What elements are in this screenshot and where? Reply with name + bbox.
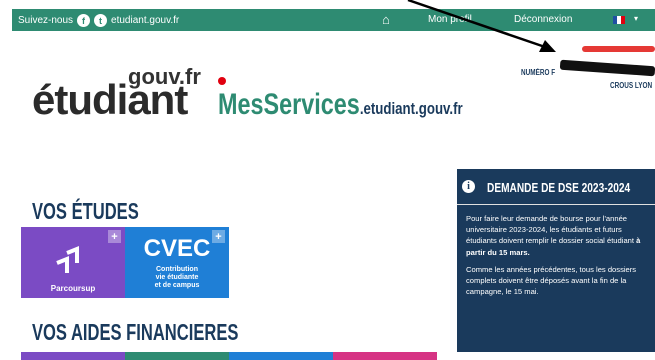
parcoursup-tile[interactable]: + Parcoursup: [21, 227, 125, 298]
plus-icon[interactable]: +: [108, 230, 121, 243]
panel-header: i DEMANDE DE DSE 2023-2024: [457, 169, 655, 205]
facebook-icon[interactable]: f: [77, 14, 91, 27]
section-heading-etudes: VOS ÉTUDES: [32, 198, 139, 224]
redaction-bar: [559, 59, 655, 77]
site-link[interactable]: etudiant.gouv.fr: [111, 15, 179, 26]
info-icon: i: [462, 180, 475, 193]
home-icon[interactable]: ⌂: [382, 12, 390, 27]
logo-etudiant[interactable]: étudiant: [32, 76, 188, 124]
messervices-name: MesServices: [218, 88, 360, 121]
messervices-domain: .etudiant.gouv.fr: [359, 99, 463, 118]
profile-link[interactable]: Mon profil: [428, 14, 472, 25]
aide-tile-strip[interactable]: [125, 352, 229, 360]
panel-text: Pour faire leur demande de bourse pour l…: [466, 214, 637, 246]
follow-label: Suivez-nous: [18, 15, 74, 26]
panel-title: DEMANDE DE DSE 2023-2024: [487, 180, 631, 195]
language-dropdown-icon[interactable]: ▾: [634, 14, 638, 23]
cvec-sub-line: et de campus: [154, 282, 200, 289]
aide-tile-strip[interactable]: [333, 352, 437, 360]
cvec-sub-line: Contribution: [156, 266, 198, 273]
dse-info-panel: i DEMANDE DE DSE 2023-2024 Pour faire le…: [457, 169, 655, 352]
panel-paragraph: Pour faire leur demande de bourse pour l…: [466, 213, 652, 258]
numero-label: NUMÉRO F: [521, 68, 556, 77]
french-flag-icon[interactable]: [613, 16, 625, 24]
messervices-title: MesServices.etudiant.gouv.fr: [218, 88, 463, 122]
twitter-icon[interactable]: t: [94, 14, 108, 27]
cvec-tile[interactable]: + CVEC Contribution vie étudiante et de …: [125, 227, 229, 298]
flag-red: [621, 16, 625, 24]
parcoursup-arrows-icon: [56, 246, 79, 273]
panel-paragraph: Comme les années précédentes, tous les d…: [466, 264, 637, 297]
redaction-red: [582, 46, 655, 52]
aide-tile-strip[interactable]: [21, 352, 125, 360]
logout-link[interactable]: Déconnexion: [514, 14, 572, 25]
social-follow: Suivez-nous f t etudiant.gouv.fr: [18, 14, 179, 27]
section-heading-aides: VOS AIDES FINANCIERES: [32, 319, 239, 345]
aide-tile-strip[interactable]: [229, 352, 333, 360]
cvec-sub-line: vie étudiante: [155, 274, 199, 281]
cvec-subtitle: Contribution vie étudiante et de campus: [125, 266, 229, 290]
parcoursup-label: Parcoursup: [50, 284, 96, 293]
crous-label: CROUS LYON: [610, 81, 653, 90]
panel-body: Pour faire leur demande de bourse pour l…: [466, 213, 652, 303]
top-navigation-bar: Suivez-nous f t etudiant.gouv.fr ⌂ Mon p…: [12, 9, 655, 31]
logo-red-dot: [218, 77, 226, 85]
cvec-title: CVEC: [143, 235, 211, 262]
